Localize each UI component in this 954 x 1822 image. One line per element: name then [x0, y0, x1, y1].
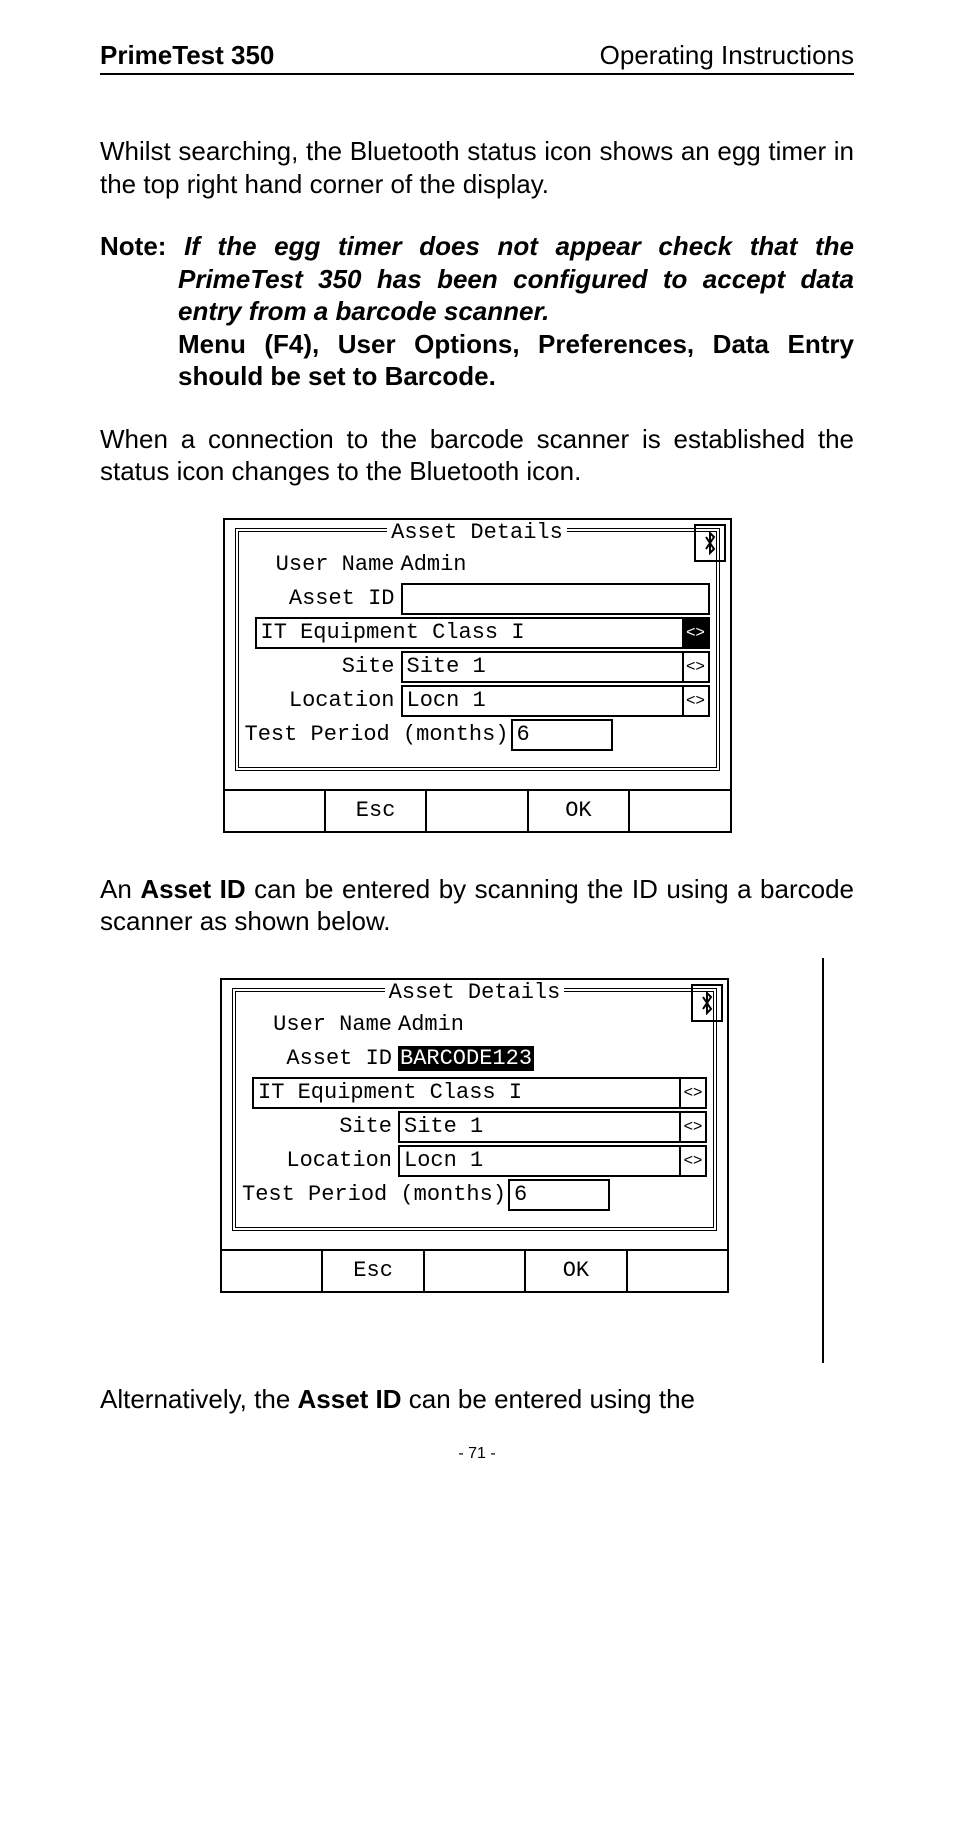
- assetid-input[interactable]: [401, 583, 710, 615]
- username-value: Admin: [398, 1012, 707, 1037]
- device-screen-1: Asset Details User Name Admin Asset ID I…: [223, 518, 732, 833]
- username-value: Admin: [401, 552, 710, 577]
- equipment-value: IT Equipment Class I: [261, 620, 525, 645]
- paragraph-3: An Asset ID can be entered by scanning t…: [100, 873, 854, 938]
- softkey-bar: Esc OK: [222, 1249, 727, 1291]
- softkey-esc[interactable]: Esc: [326, 791, 427, 831]
- softkey-esc[interactable]: Esc: [323, 1251, 424, 1291]
- panel-title: Asset Details: [385, 980, 565, 1005]
- assetid-value: BARCODE123: [398, 1046, 707, 1071]
- location-value: Locn 1: [407, 688, 486, 713]
- testperiod-label: Test Period (months): [245, 722, 511, 747]
- paragraph-4: Alternatively, the Asset ID can be enter…: [100, 1383, 854, 1416]
- paragraph-2: When a connection to the barcode scanner…: [100, 423, 854, 488]
- softkey-5[interactable]: [628, 1251, 727, 1291]
- softkey-bar: Esc OK: [225, 789, 730, 831]
- site-selector[interactable]: Site 1 <>: [401, 651, 710, 683]
- location-selector[interactable]: Locn 1 <>: [401, 685, 710, 717]
- location-label: Location: [242, 1148, 398, 1173]
- chevron-leftright-icon[interactable]: <>: [684, 617, 710, 649]
- site-value: Site 1: [404, 1114, 483, 1139]
- username-label: User Name: [245, 552, 401, 577]
- vertical-divider: [822, 958, 824, 1363]
- paragraph-1: Whilst searching, the Bluetooth status i…: [100, 135, 854, 200]
- site-value: Site 1: [407, 654, 486, 679]
- testperiod-label: Test Period (months): [242, 1182, 508, 1207]
- softkey-3[interactable]: [427, 791, 528, 831]
- page-header: PrimeTest 350 Operating Instructions: [100, 40, 854, 75]
- equipment-selector[interactable]: IT Equipment Class I <>: [252, 1077, 707, 1109]
- site-selector[interactable]: Site 1 <>: [398, 1111, 707, 1143]
- softkey-ok[interactable]: OK: [529, 791, 630, 831]
- note-bold-text: Menu (F4), User Options, Preferences, Da…: [100, 328, 854, 393]
- site-label: Site: [242, 1114, 398, 1139]
- device-screen-2: Asset Details User Name Admin Asset ID B…: [220, 978, 729, 1293]
- softkey-5[interactable]: [630, 791, 729, 831]
- testperiod-input[interactable]: 6: [511, 719, 613, 751]
- header-subtitle: Operating Instructions: [600, 40, 854, 71]
- panel-title: Asset Details: [387, 520, 567, 545]
- note-label: Note:: [100, 231, 166, 261]
- bluetooth-icon: [694, 524, 726, 562]
- username-label: User Name: [242, 1012, 398, 1037]
- softkey-1[interactable]: [222, 1251, 323, 1291]
- softkey-ok[interactable]: OK: [526, 1251, 627, 1291]
- testperiod-input[interactable]: 6: [508, 1179, 610, 1211]
- softkey-3[interactable]: [425, 1251, 526, 1291]
- note-block: Note: If the egg timer does not appear c…: [100, 230, 854, 393]
- assetid-label: Asset ID: [242, 1046, 398, 1071]
- softkey-1[interactable]: [225, 791, 326, 831]
- location-value: Locn 1: [404, 1148, 483, 1173]
- page-number: - 71 -: [100, 1445, 854, 1463]
- location-selector[interactable]: Locn 1 <>: [398, 1145, 707, 1177]
- bluetooth-icon: [691, 984, 723, 1022]
- header-title: PrimeTest 350: [100, 40, 274, 71]
- site-label: Site: [245, 654, 401, 679]
- chevron-leftright-icon[interactable]: <>: [681, 1145, 707, 1177]
- chevron-leftright-icon[interactable]: <>: [684, 685, 710, 717]
- chevron-leftright-icon[interactable]: <>: [684, 651, 710, 683]
- equipment-value: IT Equipment Class I: [258, 1080, 522, 1105]
- location-label: Location: [245, 688, 401, 713]
- assetid-label: Asset ID: [245, 586, 401, 611]
- note-italic-text: If the egg timer does not appear check t…: [178, 231, 854, 326]
- chevron-leftright-icon[interactable]: <>: [681, 1077, 707, 1109]
- equipment-selector[interactable]: IT Equipment Class I <>: [255, 617, 710, 649]
- chevron-leftright-icon[interactable]: <>: [681, 1111, 707, 1143]
